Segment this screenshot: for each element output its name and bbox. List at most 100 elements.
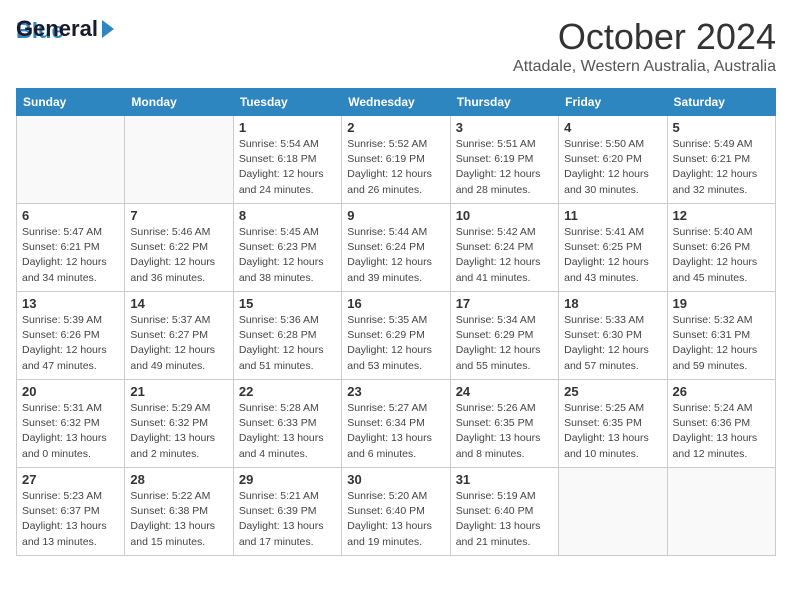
calendar-day-cell: 5Sunrise: 5:49 AMSunset: 6:21 PMDaylight… [667,116,775,204]
day-info: Sunrise: 5:54 AMSunset: 6:18 PMDaylight:… [239,137,336,198]
day-number: 29 [239,472,336,487]
day-number: 21 [130,384,227,399]
logo-top-row: General [16,16,116,42]
calendar-day-cell: 30Sunrise: 5:20 AMSunset: 6:40 PMDayligh… [342,468,450,556]
day-info: Sunrise: 5:41 AMSunset: 6:25 PMDaylight:… [564,225,661,286]
month-title: October 2024 [513,16,776,58]
location-title: Attadale, Western Australia, Australia [513,58,776,76]
header: General Blue October 2024 Attadale, West… [16,16,776,76]
day-info: Sunrise: 5:51 AMSunset: 6:19 PMDaylight:… [456,137,553,198]
calendar-day-cell: 13 Sunrise: 5:39 AMSunset: 6:26 PMDayligh… [17,292,125,380]
day-info: Sunrise: 5:28 AMSunset: 6:33 PMDaylight:… [239,401,336,462]
logo-arrow-icon [100,18,116,40]
weekday-header: Tuesday [233,89,341,116]
calendar-day-cell [125,116,233,204]
day-info: Sunrise: 5:45 AMSunset: 6:23 PMDaylight:… [239,225,336,286]
day-info: Sunrise: 5:21 AMSunset: 6:39 PMDaylight:… [239,489,336,550]
calendar-day-cell: 20 Sunrise: 5:31 AMSunset: 6:32 PMDayligh… [17,380,125,468]
calendar-day-cell: 8Sunrise: 5:45 AMSunset: 6:23 PMDaylight… [233,204,341,292]
day-info: Sunrise: 5:42 AMSunset: 6:24 PMDaylight:… [456,225,553,286]
day-number: 18 [564,296,661,311]
day-number: 31 [456,472,553,487]
calendar-day-cell: 7 Sunrise: 5:46 AMSunset: 6:22 PMDaylight… [125,204,233,292]
day-number: 1 [239,120,336,135]
calendar-day-cell: 4 Sunrise: 5:50 AMSunset: 6:20 PMDaylight… [559,116,667,204]
calendar-day-cell [559,468,667,556]
day-info: Sunrise: 5:24 AMSunset: 6:36 PMDaylight:… [673,401,770,462]
weekday-header: Thursday [450,89,558,116]
day-number: 9 [347,208,444,223]
day-info: Sunrise: 5:52 AMSunset: 6:19 PMDaylight:… [347,137,444,198]
day-number: 17 [456,296,553,311]
calendar-day-cell: 17 Sunrise: 5:34 AMSunset: 6:29 PMDayligh… [450,292,558,380]
calendar-day-cell: 23 Sunrise: 5:27 AMSunset: 6:34 PMDayligh… [342,380,450,468]
day-number: 15 [239,296,336,311]
day-number: 13 [22,296,119,311]
title-area: October 2024 Attadale, Western Australia… [513,16,776,76]
calendar-header-row: SundayMondayTuesdayWednesdayThursdayFrid… [17,89,776,116]
day-number: 12 [673,208,770,223]
calendar-day-cell: 28 Sunrise: 5:22 AMSunset: 6:38 PMDayligh… [125,468,233,556]
calendar-day-cell [17,116,125,204]
calendar-table: SundayMondayTuesdayWednesdayThursdayFrid… [16,88,776,556]
calendar-week-row: 6Sunrise: 5:47 AMSunset: 6:21 PMDaylight… [17,204,776,292]
day-info: Sunrise: 5:39 AMSunset: 6:26 PMDaylight:… [22,313,119,374]
weekday-header: Friday [559,89,667,116]
logo-general-text: General [16,16,98,42]
day-info: Sunrise: 5:32 AMSunset: 6:31 PMDaylight:… [673,313,770,374]
day-number: 19 [673,296,770,311]
day-info: Sunrise: 5:35 AMSunset: 6:29 PMDaylight:… [347,313,444,374]
day-info: Sunrise: 5:34 AMSunset: 6:29 PMDaylight:… [456,313,553,374]
calendar-day-cell: 15 Sunrise: 5:36 AMSunset: 6:28 PMDayligh… [233,292,341,380]
day-info: Sunrise: 5:31 AMSunset: 6:32 PMDaylight:… [22,401,119,462]
calendar-week-row: 20 Sunrise: 5:31 AMSunset: 6:32 PMDayligh… [17,380,776,468]
calendar-day-cell: 6Sunrise: 5:47 AMSunset: 6:21 PMDaylight… [17,204,125,292]
weekday-header: Sunday [17,89,125,116]
calendar-day-cell: 1 Sunrise: 5:54 AMSunset: 6:18 PMDaylight… [233,116,341,204]
calendar-day-cell: 16 Sunrise: 5:35 AMSunset: 6:29 PMDayligh… [342,292,450,380]
day-info: Sunrise: 5:23 AMSunset: 6:37 PMDaylight:… [22,489,119,550]
day-number: 30 [347,472,444,487]
day-info: Sunrise: 5:36 AMSunset: 6:28 PMDaylight:… [239,313,336,374]
day-info: Sunrise: 5:40 AMSunset: 6:26 PMDaylight:… [673,225,770,286]
calendar-day-cell: 10Sunrise: 5:42 AMSunset: 6:24 PMDayligh… [450,204,558,292]
day-number: 22 [239,384,336,399]
day-number: 24 [456,384,553,399]
calendar-week-row: 27Sunrise: 5:23 AMSunset: 6:37 PMDayligh… [17,468,776,556]
day-info: Sunrise: 5:22 AMSunset: 6:38 PMDaylight:… [130,489,227,550]
day-number: 4 [564,120,661,135]
calendar-day-cell: 3Sunrise: 5:51 AMSunset: 6:19 PMDaylight… [450,116,558,204]
day-info: Sunrise: 5:29 AMSunset: 6:32 PMDaylight:… [130,401,227,462]
day-number: 6 [22,208,119,223]
day-info: Sunrise: 5:37 AMSunset: 6:27 PMDaylight:… [130,313,227,374]
calendar-day-cell [667,468,775,556]
day-number: 28 [130,472,227,487]
calendar-day-cell: 11 Sunrise: 5:41 AMSunset: 6:25 PMDayligh… [559,204,667,292]
day-number: 23 [347,384,444,399]
calendar-day-cell: 27Sunrise: 5:23 AMSunset: 6:37 PMDayligh… [17,468,125,556]
day-info: Sunrise: 5:50 AMSunset: 6:20 PMDaylight:… [564,137,661,198]
calendar-day-cell: 2 Sunrise: 5:52 AMSunset: 6:19 PMDaylight… [342,116,450,204]
calendar-day-cell: 26Sunrise: 5:24 AMSunset: 6:36 PMDayligh… [667,380,775,468]
calendar-day-cell: 21 Sunrise: 5:29 AMSunset: 6:32 PMDayligh… [125,380,233,468]
weekday-header: Wednesday [342,89,450,116]
day-info: Sunrise: 5:46 AMSunset: 6:22 PMDaylight:… [130,225,227,286]
day-info: Sunrise: 5:49 AMSunset: 6:21 PMDaylight:… [673,137,770,198]
day-info: Sunrise: 5:27 AMSunset: 6:34 PMDaylight:… [347,401,444,462]
calendar-day-cell: 25 Sunrise: 5:25 AMSunset: 6:35 PMDayligh… [559,380,667,468]
calendar-day-cell: 18Sunrise: 5:33 AMSunset: 6:30 PMDayligh… [559,292,667,380]
calendar-day-cell: 22 Sunrise: 5:28 AMSunset: 6:33 PMDayligh… [233,380,341,468]
calendar-day-cell: 29 Sunrise: 5:21 AMSunset: 6:39 PMDayligh… [233,468,341,556]
calendar-day-cell: 19 Sunrise: 5:32 AMSunset: 6:31 PMDayligh… [667,292,775,380]
day-number: 20 [22,384,119,399]
day-number: 16 [347,296,444,311]
day-number: 7 [130,208,227,223]
calendar-day-cell: 24Sunrise: 5:26 AMSunset: 6:35 PMDayligh… [450,380,558,468]
day-info: Sunrise: 5:25 AMSunset: 6:35 PMDaylight:… [564,401,661,462]
day-number: 25 [564,384,661,399]
day-number: 11 [564,208,661,223]
weekday-header: Saturday [667,89,775,116]
calendar-day-cell: 14Sunrise: 5:37 AMSunset: 6:27 PMDayligh… [125,292,233,380]
day-number: 2 [347,120,444,135]
calendar-day-cell: 9Sunrise: 5:44 AMSunset: 6:24 PMDaylight… [342,204,450,292]
